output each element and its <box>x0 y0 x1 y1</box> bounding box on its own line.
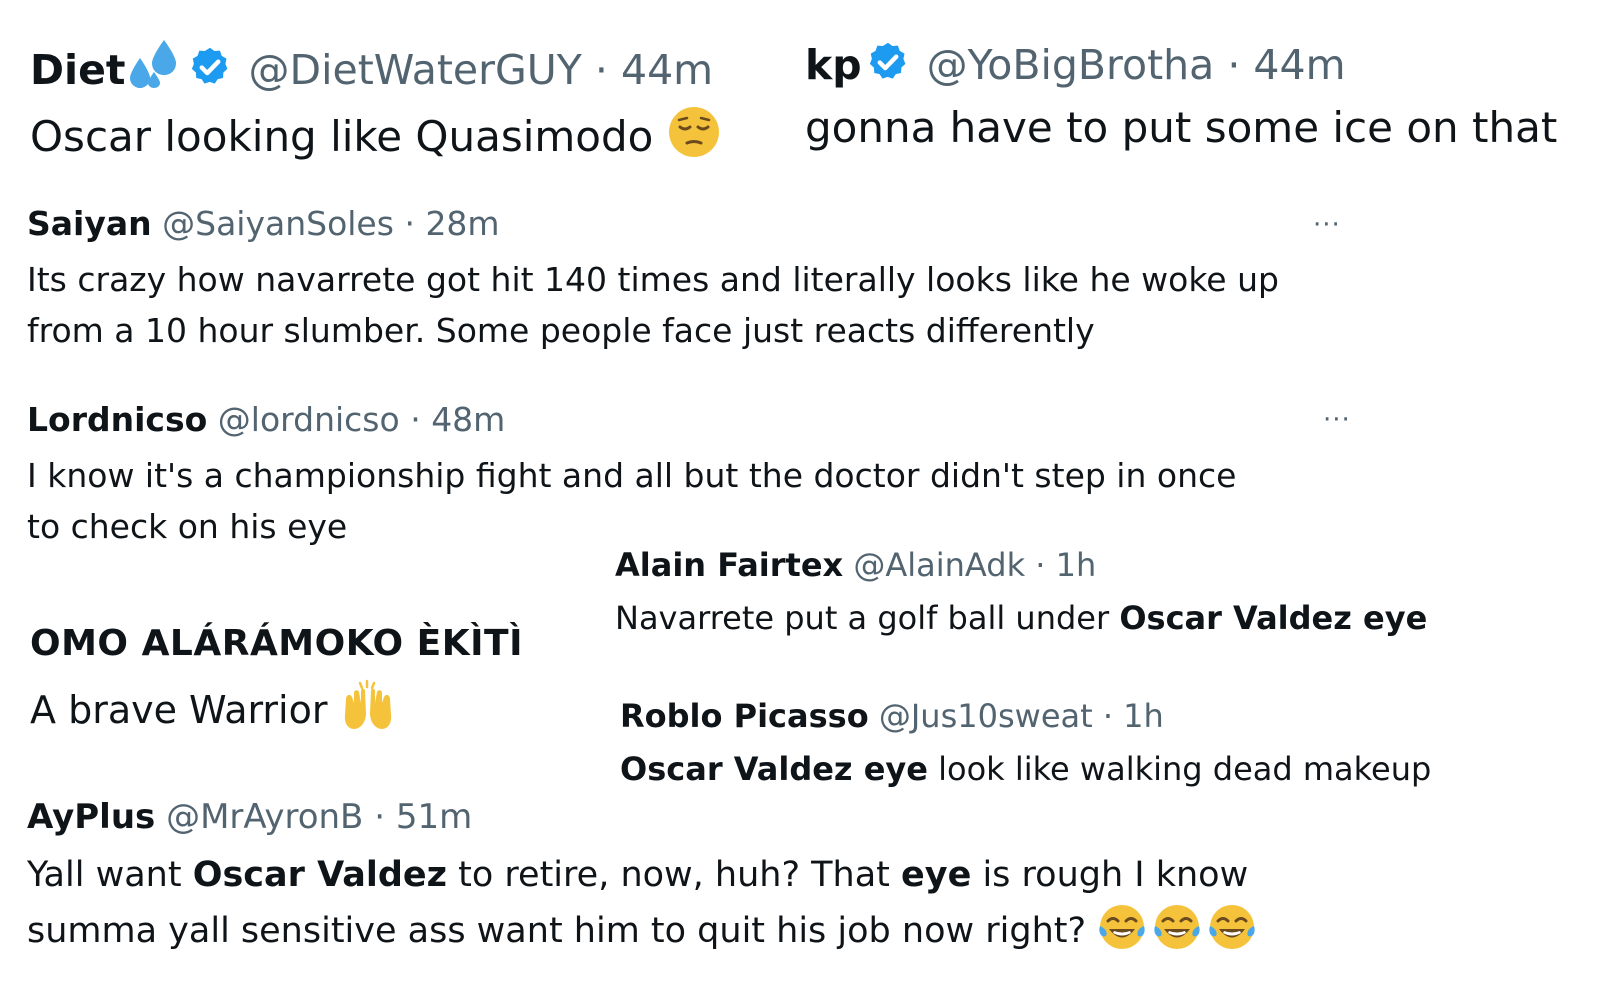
tweet-text-plain: Yall want <box>27 854 193 895</box>
handle[interactable]: @DietWaterGUY <box>249 46 582 94</box>
timestamp[interactable]: 1h <box>1123 697 1164 735</box>
tweet-text: A brave Warrior <box>30 677 575 743</box>
timestamp[interactable]: 1h <box>1056 546 1097 584</box>
separator-dot: · <box>594 46 608 94</box>
tweet-text-plain: to retire, now, huh? That <box>447 854 902 895</box>
display-name[interactable]: AyPlus <box>27 797 155 837</box>
tweet-text-plain: look like walking dead makeup <box>927 750 1432 789</box>
separator-dot: · <box>1227 41 1241 89</box>
tweet-header: Diet @DietWaterGUY · 44m <box>30 38 721 101</box>
tweet-text-highlight: Oscar Valdez eye <box>1119 599 1428 638</box>
tweet-text: Oscar Valdez eye look like walking dead … <box>620 749 1431 791</box>
timestamp[interactable]: 44m <box>621 46 713 94</box>
verified-badge-icon <box>188 45 232 100</box>
tweet-kp: kp @YoBigBrotha · 44m gonna have to put … <box>805 40 1557 156</box>
timestamp[interactable]: 51m <box>396 797 472 837</box>
display-name[interactable]: OMO ALÁRÁMOKO ÈKÌTÌ <box>30 623 523 664</box>
tweet-text: I know it's a championship fight and all… <box>27 450 1236 552</box>
tweet-text-plain: is rough I know <box>971 854 1249 895</box>
handle[interactable]: @YoBigBrotha <box>927 41 1215 89</box>
handle[interactable]: @AlainAdk <box>853 546 1025 584</box>
tweet-text-plain: summa yall sensitive ass want him to qui… <box>27 911 1098 952</box>
handle[interactable]: @Jus10sweat <box>879 697 1093 735</box>
tweet-roblo-picasso: Roblo Picasso @Jus10sweat · 1h Oscar Val… <box>620 697 1431 791</box>
separator-dot: · <box>1102 697 1113 735</box>
tweet-header: OMO ALÁRÁMOKO ÈKÌTÌ <box>30 622 575 665</box>
display-name[interactable]: Diet <box>30 46 126 94</box>
tweet-diet: Diet @DietWaterGUY · 44m Oscar looking l… <box>30 38 721 173</box>
display-name[interactable]: Saiyan <box>27 204 152 243</box>
tweet-omo-alaramoko: OMO ALÁRÁMOKO ÈKÌTÌ A brave Warrior <box>30 622 575 744</box>
separator-dot: · <box>1035 546 1046 584</box>
timestamp[interactable]: 28m <box>425 204 499 243</box>
tweet-text: Oscar looking like Quasimodo <box>30 105 721 173</box>
handle[interactable]: @lordnicso <box>218 400 400 439</box>
tweet-header: kp @YoBigBrotha · 44m <box>805 40 1557 95</box>
display-name[interactable]: kp <box>805 41 862 89</box>
sweat-droplets-icon <box>126 38 184 101</box>
tweet-text-line: to check on his eye <box>27 506 348 546</box>
more-options-icon[interactable]: ··· <box>1313 212 1341 238</box>
timestamp[interactable]: 48m <box>431 400 505 439</box>
tweet-text-line: Yall want Oscar Valdez to retire, now, h… <box>27 848 1259 902</box>
separator-dot: · <box>404 204 415 243</box>
tweet-text-line: from a 10 hour slumber. Some people face… <box>27 310 1095 350</box>
tweet-ayplus: AyPlus @MrAyronB · 51m Yall want Oscar V… <box>27 797 1259 968</box>
tears-of-joy-emoji-icon <box>1097 902 1259 968</box>
tweet-saiyan: Saiyan @SaiyanSoles · 28m Its crazy how … <box>27 204 1279 356</box>
tweet-text-line: I know it's a championship fight and all… <box>27 455 1237 495</box>
tweet-text: Navarrete put a golf ball under Oscar Va… <box>615 598 1427 640</box>
tweet-text-line: summa yall sensitive ass want him to qui… <box>27 902 1259 968</box>
tweet-text-line: Its crazy how navarrete got hit 140 time… <box>27 259 1279 299</box>
tweet-text: Its crazy how navarrete got hit 140 time… <box>27 254 1279 356</box>
tweet-header: Saiyan @SaiyanSoles · 28m <box>27 204 1279 244</box>
tweet-text-content: A brave Warrior <box>30 688 328 733</box>
tweet-header: AyPlus @MrAyronB · 51m <box>27 797 1259 838</box>
handle[interactable]: @SaiyanSoles <box>162 204 394 243</box>
raising-hands-emoji-icon <box>340 677 396 743</box>
tweet-header: Roblo Picasso @Jus10sweat · 1h <box>620 697 1431 735</box>
display-name[interactable]: Alain Fairtex <box>615 546 843 584</box>
tweet-text: Yall want Oscar Valdez to retire, now, h… <box>27 848 1259 969</box>
tweet-text-plain: Navarrete put a golf ball under <box>615 599 1120 638</box>
tweet-header: Lordnicso @lordnicso · 48m <box>27 400 1236 440</box>
handle[interactable]: @MrAyronB <box>166 797 363 837</box>
display-name[interactable]: Roblo Picasso <box>620 697 869 735</box>
timestamp[interactable]: 44m <box>1253 41 1345 89</box>
separator-dot: · <box>410 400 421 439</box>
tweet-text-highlight: eye <box>901 854 972 895</box>
tweet-text-content: Oscar looking like Quasimodo <box>30 112 654 162</box>
more-options-icon[interactable]: ··· <box>1323 407 1351 433</box>
pensive-face-emoji-icon <box>667 105 721 173</box>
tweet-text-highlight: Oscar Valdez eye <box>620 750 928 789</box>
tweet-header: Alain Fairtex @AlainAdk · 1h <box>615 546 1427 584</box>
tweet-text-highlight: Oscar Valdez <box>192 854 448 895</box>
verified-badge-icon <box>866 40 910 95</box>
tweet-alain-fairtex: Alain Fairtex @AlainAdk · 1h Navarrete p… <box>615 546 1427 640</box>
display-name[interactable]: Lordnicso <box>27 400 207 439</box>
tweet-text: gonna have to put some ice on that <box>805 103 1558 153</box>
tweet-lordnicso: Lordnicso @lordnicso · 48m I know it's a… <box>27 400 1236 552</box>
separator-dot: · <box>374 797 386 837</box>
